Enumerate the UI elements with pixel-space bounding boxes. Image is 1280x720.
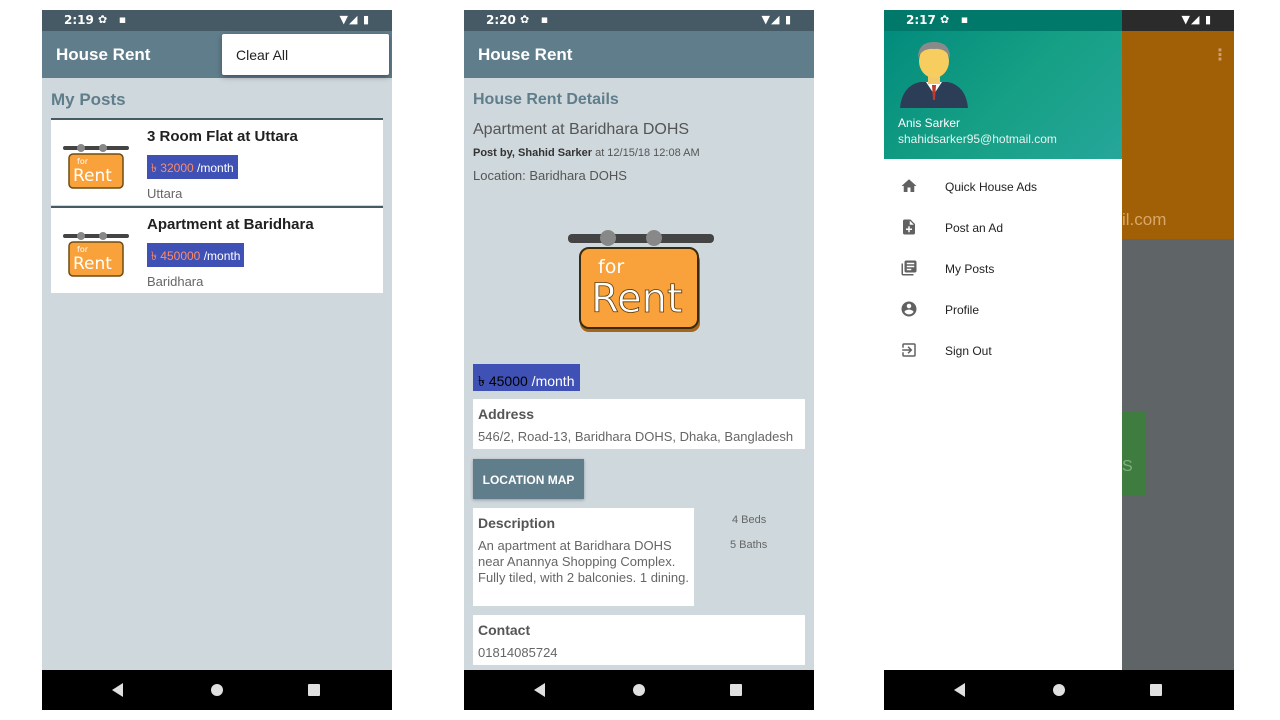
my-posts-screen: 2:19 ✿ ▪ ▼◢ ▮ House Rent Clear All My Po… <box>42 10 392 710</box>
user-email: shahidsarker95@hotmail.com <box>898 132 1057 146</box>
drawer-item-label: Sign Out <box>945 344 992 358</box>
price-badge: ৳ 450000 /month <box>147 243 245 267</box>
signal-battery-icons: ▼◢ ▮ <box>339 13 370 26</box>
description-box: Description An apartment at Baridhara DO… <box>473 508 694 606</box>
post-card[interactable]: for Rent Apartment at Baridhara ৳ 450000… <box>51 206 383 293</box>
back-icon[interactable] <box>954 683 965 697</box>
svg-text:Rent: Rent <box>591 276 683 322</box>
system-nav-bar <box>464 670 814 710</box>
for-rent-sign-icon: for Rent <box>568 230 714 332</box>
status-time: 2:17 <box>906 13 936 27</box>
post-title: Apartment at Baridhara <box>147 216 314 233</box>
drawer-item-label: Quick House Ads <box>945 180 1038 194</box>
notification-icons: ✿ ▪ <box>940 13 973 26</box>
notification-icons: ✿ ▪ <box>98 13 131 26</box>
back-icon[interactable] <box>534 683 545 697</box>
post-meta: Post by, Shahid Sarker at 12/15/18 12:08… <box>473 147 700 159</box>
signal-battery-icons: ▼◢ ▮ <box>761 13 792 26</box>
status-time: 2:20 <box>486 13 516 27</box>
svg-text:for: for <box>598 256 624 278</box>
home-icon <box>901 179 917 192</box>
for-rent-sign-icon: for Rent <box>63 144 129 189</box>
app-bar: House Rent <box>464 31 814 78</box>
svg-text:Rent: Rent <box>73 254 112 274</box>
status-time: 2:19 <box>64 13 94 27</box>
description-heading: Description <box>478 515 556 531</box>
post-title: 3 Room Flat at Uttara <box>147 128 298 145</box>
beds-count: 4 Beds <box>732 514 767 526</box>
system-nav-bar <box>884 670 1234 710</box>
recents-icon[interactable] <box>1150 684 1162 696</box>
recents-icon[interactable] <box>308 684 320 696</box>
sign-out-icon <box>902 343 916 357</box>
price-badge: ৳ 45000 /month <box>473 364 580 391</box>
app-title: House Rent <box>56 45 151 64</box>
description-text: An apartment at Baridhara DOHS near Anan… <box>478 538 690 585</box>
notification-icons: ✿ ▪ <box>520 13 553 26</box>
home-circle-icon[interactable] <box>633 684 645 696</box>
app-title: House Rent <box>478 45 573 64</box>
signal-battery-icons: ▼◢ ▮ <box>1181 13 1212 26</box>
location-map-button[interactable]: LOCATION MAP <box>473 459 584 499</box>
dimmed-email-fragment: il.com <box>1122 210 1167 229</box>
svg-text:for: for <box>77 245 89 254</box>
clear-all-menu-item[interactable]: Clear All <box>236 47 288 63</box>
more-vert-icon: ⋮ <box>1212 47 1228 64</box>
address-text: 546/2, Road-13, Baridhara DOHS, Dhaka, B… <box>478 429 794 444</box>
svg-text:Rent: Rent <box>73 166 112 186</box>
drawer-item-label: Post an Ad <box>945 221 1004 235</box>
account-circle-icon <box>901 301 917 317</box>
drawer-item-post-an-ad[interactable]: Post an Ad <box>884 208 1122 248</box>
home-circle-icon[interactable] <box>1053 684 1065 696</box>
post-location: Baridhara <box>147 274 204 289</box>
address-box: Address 546/2, Road-13, Baridhara DOHS, … <box>473 399 805 449</box>
price-badge: ৳ 32000 /month <box>147 155 238 179</box>
recents-icon[interactable] <box>730 684 742 696</box>
baths-count: 5 Baths <box>730 539 768 551</box>
home-circle-icon[interactable] <box>211 684 223 696</box>
user-name: Anis Sarker <box>898 116 961 130</box>
post-location: Location: Baridhara DOHS <box>473 168 627 183</box>
drawer-item-label: Profile <box>945 303 980 317</box>
post-location: Uttara <box>147 186 183 201</box>
details-screen: 2:20 ✿ ▪ ▼◢ ▮ House Rent House Rent Deta… <box>464 10 814 710</box>
status-bar: 2:17 ✿ ▪ ▼◢ ▮ <box>884 10 1234 31</box>
navigation-drawer: Anis Sarker shahidsarker95@hotmail.com Q… <box>884 10 1122 670</box>
post-title: Apartment at Baridhara DOHS <box>473 121 690 138</box>
contact-box: Contact 01814085724 <box>473 615 805 665</box>
post-card[interactable]: for Rent 3 Room Flat at Uttara ৳ 32000 /… <box>51 118 383 205</box>
contact-number[interactable]: 01814085724 <box>478 645 558 661</box>
details-heading: House Rent Details <box>473 91 619 108</box>
drawer-item-quick-house-ads[interactable]: Quick House Ads <box>884 167 1122 207</box>
dimmed-button: S <box>1122 412 1146 496</box>
post-add-icon <box>903 219 915 235</box>
section-title: My Posts <box>51 90 126 109</box>
contact-heading: Contact <box>478 622 531 638</box>
drawer-item-sign-out[interactable]: Sign Out <box>884 331 1122 371</box>
list-icon <box>901 260 917 276</box>
system-nav-bar <box>42 670 392 710</box>
avatar <box>900 42 968 108</box>
drawer-item-profile[interactable]: Profile <box>884 290 1122 330</box>
drawer-screen: ⋮ il.com S Anis Sarker shahidsarker95@ho… <box>884 10 1234 710</box>
status-bar: 2:20 ✿ ▪ ▼◢ ▮ <box>464 10 814 31</box>
drawer-item-my-posts[interactable]: My Posts <box>884 249 1122 289</box>
address-heading: Address <box>478 406 535 422</box>
back-icon[interactable] <box>112 683 123 697</box>
for-rent-sign-icon: for Rent <box>63 232 129 277</box>
svg-text:for: for <box>77 157 89 166</box>
drawer-item-label: My Posts <box>945 262 995 276</box>
drawer-header: Anis Sarker shahidsarker95@hotmail.com <box>884 10 1122 159</box>
overflow-menu: Clear All <box>222 34 389 75</box>
status-bar: 2:19 ✿ ▪ ▼◢ ▮ <box>42 10 392 31</box>
